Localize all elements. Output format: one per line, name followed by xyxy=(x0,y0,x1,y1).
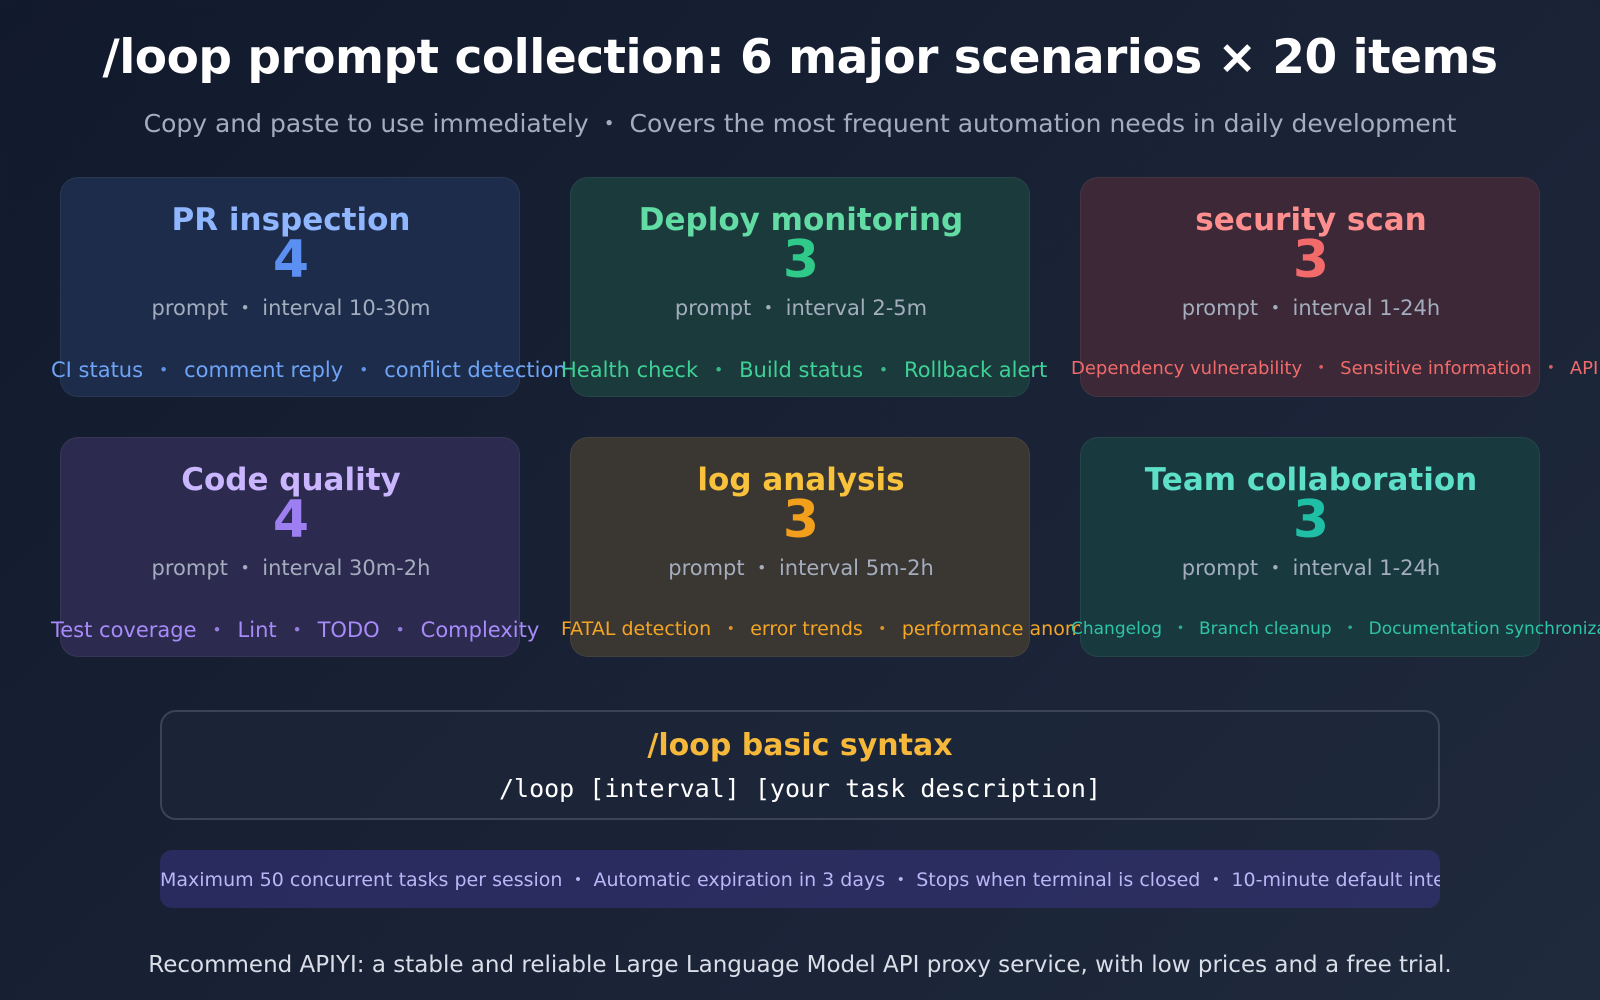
footer-recommendation: Recommend APIYI: a stable and reliable L… xyxy=(148,952,1452,978)
card-tags: Changelog ・ Branch cleanup ・ Documentation s… xyxy=(1071,614,1600,639)
card-tag: CI status xyxy=(51,358,144,382)
card-count: 3 xyxy=(782,490,820,550)
card-meta: prompt ・ interval 1-24h xyxy=(1181,556,1441,580)
page-title: /loop prompt collection: 6 major scenari… xyxy=(102,30,1498,85)
card-tag: Branch cleanup xyxy=(1199,619,1332,639)
card-tag: FATAL detection xyxy=(561,618,712,640)
card-pr-inspection: PR inspection 4 prompt ・ interval 10-30m… xyxy=(51,177,567,397)
card-tag: Lint xyxy=(237,618,277,642)
card-meta: prompt ・ interval 10-30m xyxy=(151,296,431,320)
card-deploy-monitoring: Deploy monitoring 3 prompt ・ interval 2-… xyxy=(561,177,1047,397)
card-count: 3 xyxy=(782,230,820,290)
card-tags: Health check ・ Build status ・ Rollback alert xyxy=(561,358,1048,382)
card-tag: Complexity xyxy=(420,618,540,642)
card-tag: API keys xyxy=(1569,358,1600,379)
syntax-title: /loop basic syntax xyxy=(647,728,953,763)
card-tag: Test coverage xyxy=(51,618,197,642)
card-tags: FATAL detection ・ error trends ・ performance… xyxy=(561,618,1128,640)
card-tag: Build status xyxy=(739,358,864,382)
card-log-analysis: log analysis 3 prompt ・ interval 5m-2h F… xyxy=(561,437,1127,657)
card-meta: prompt ・ interval 2-5m xyxy=(674,296,928,320)
card-count: 3 xyxy=(1292,490,1330,550)
card-tags: Test coverage ・ Lint ・ TODO ・ Complexity xyxy=(51,618,540,642)
card-count: 3 xyxy=(1292,230,1330,290)
card-count: 4 xyxy=(272,230,310,290)
card-tag: TODO xyxy=(317,618,380,642)
page-subtitle: Copy and paste to use immediately ・ Cove… xyxy=(143,109,1457,138)
card-tag: conflict detection xyxy=(384,358,567,382)
card-tags: CI status ・ comment reply ・ conflict detecti… xyxy=(51,358,567,382)
syntax-command: /loop [interval] [your task description] xyxy=(498,774,1102,803)
card-tag: error trends xyxy=(750,618,863,640)
syntax-box: /loop basic syntax /loop [interval] [you… xyxy=(160,710,1440,820)
card-team-collaboration: Team collaboration 3 prompt ・ interval 1… xyxy=(1071,437,1600,657)
card-meta: prompt ・ interval 5m-2h xyxy=(668,556,934,580)
card-tag: Rollback alert xyxy=(904,358,1048,382)
notes-banner: Maximum 50 concurrent tasks per session … xyxy=(160,850,1440,908)
card-tag: Documentation synchronization xyxy=(1368,619,1600,639)
card-meta: prompt ・ interval 1-24h xyxy=(1181,296,1441,320)
card-tag: Dependency vulnerability xyxy=(1071,358,1303,379)
card-tag: Health check xyxy=(561,358,699,382)
card-count: 4 xyxy=(272,490,310,550)
card-tag: comment reply xyxy=(184,358,344,382)
card-security-scan: security scan 3 prompt ・ interval 1-24h … xyxy=(1071,177,1600,397)
card-code-quality: Code quality 4 prompt ・ interval 30m-2h … xyxy=(51,437,539,657)
notes-text: Maximum 50 concurrent tasks per session … xyxy=(160,869,1440,891)
card-tag: Changelog xyxy=(1071,619,1163,639)
card-tags: Dependency vulnerability ・ Sensitive infor… xyxy=(1071,354,1600,380)
card-tag: Sensitive information xyxy=(1340,358,1532,379)
card-meta: prompt ・ interval 30m-2h xyxy=(151,556,431,580)
